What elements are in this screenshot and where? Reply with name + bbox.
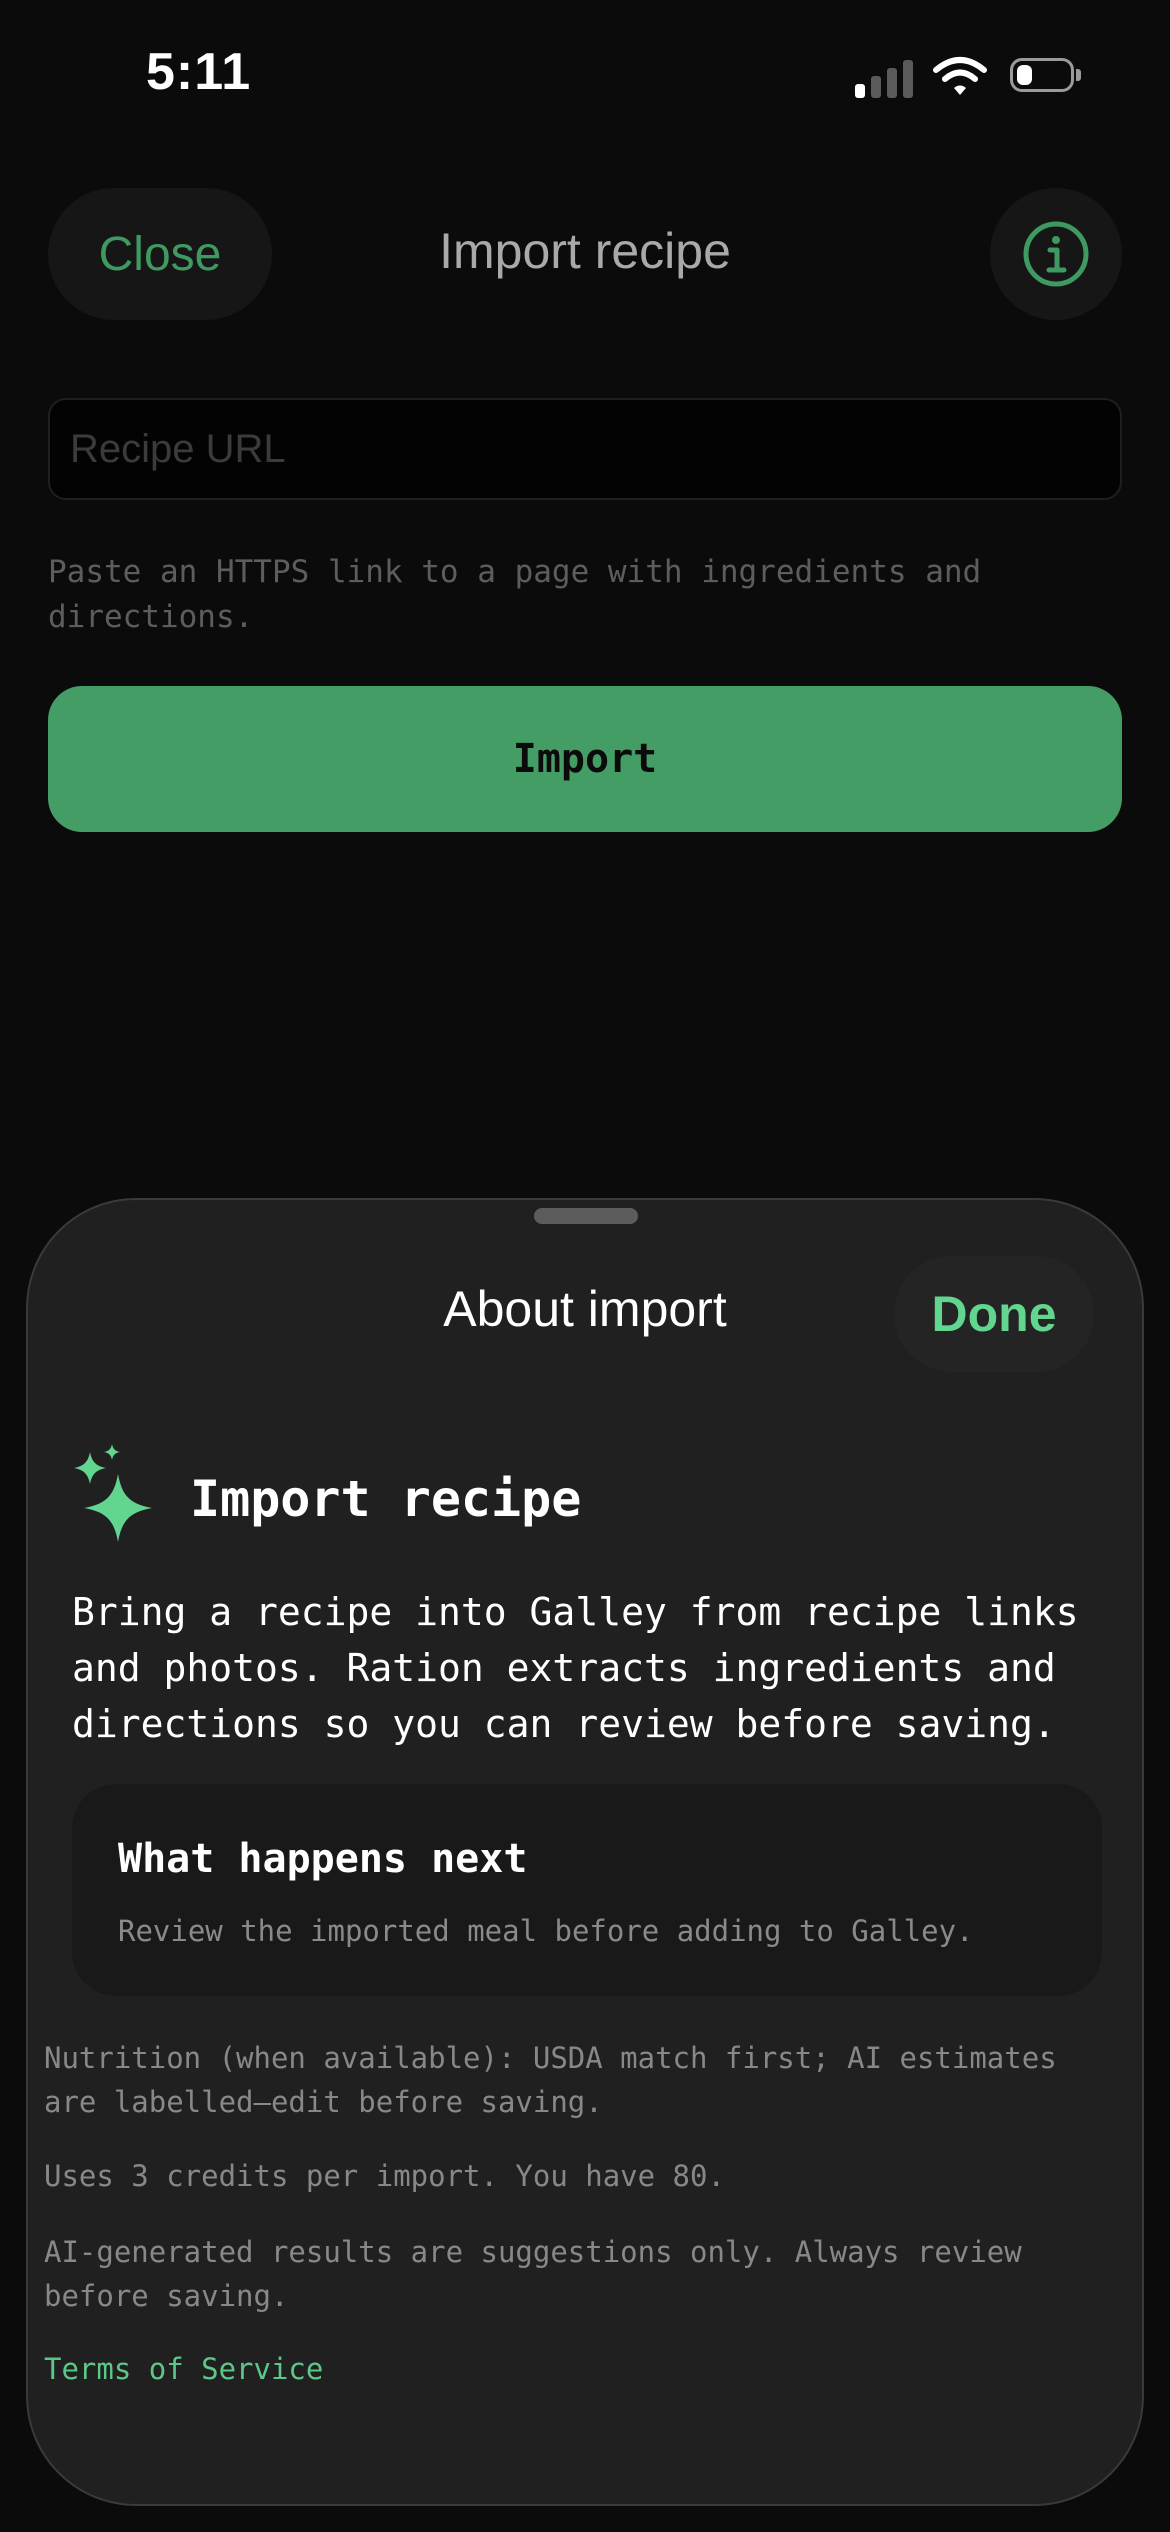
recipe-url-placeholder: Recipe URL bbox=[70, 426, 286, 471]
card-title: What happens next bbox=[118, 1836, 528, 1882]
terms-of-service-link[interactable]: Terms of Service bbox=[44, 2352, 323, 2386]
sheet-grabber[interactable] bbox=[534, 1208, 638, 1224]
info-button[interactable] bbox=[990, 188, 1122, 320]
recipe-url-input[interactable]: Recipe URL bbox=[48, 398, 1122, 500]
info-circle-icon bbox=[1023, 221, 1089, 287]
ai-disclaimer-note: AI-generated results are suggestions onl… bbox=[44, 2235, 1022, 2313]
what-happens-next-card: What happens next Review the imported me… bbox=[72, 1784, 1102, 1996]
url-helper-text: Paste an HTTPS link to a page with ingre… bbox=[48, 554, 982, 635]
feature-title: Import recipe bbox=[190, 1470, 582, 1528]
nutrition-note: Nutrition (when available): USDA match f… bbox=[44, 2041, 1057, 2119]
feature-description: Bring a recipe into Galley from recipe l… bbox=[72, 1590, 1079, 1746]
done-button[interactable]: Done bbox=[894, 1256, 1094, 1372]
credits-note: Uses 3 credits per import. You have 80. bbox=[44, 2159, 725, 2193]
import-button[interactable]: Import bbox=[48, 686, 1122, 832]
sparkles-icon bbox=[74, 1444, 152, 1542]
card-description: Review the imported meal before adding t… bbox=[118, 1914, 974, 1948]
